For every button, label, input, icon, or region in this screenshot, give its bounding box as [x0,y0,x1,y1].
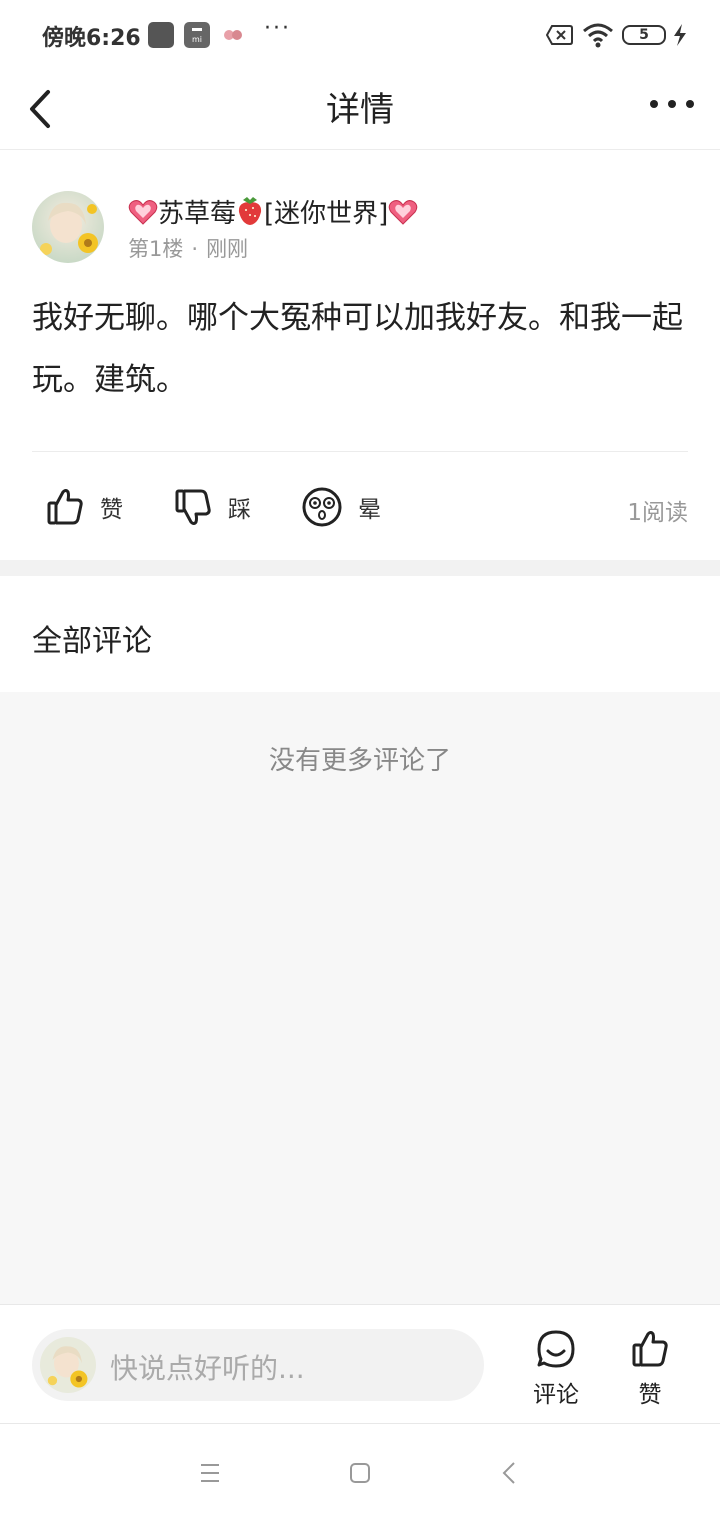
comments-list: 没有更多评论了 [0,692,720,1304]
menu-nav-button[interactable] [192,1455,228,1491]
meta-separator: · [191,237,199,261]
more-dots-icon [650,100,694,108]
dizzy-button[interactable]: 晕 [302,485,381,529]
dizzy-label: 晕 [358,497,381,523]
thumbs-down-icon [175,489,211,525]
page-title: 详情 [326,90,394,130]
post-meta: 第1楼 · 刚刚 [128,233,248,263]
dislike-label: 踩 [228,497,251,523]
author-name-text: 苏草莓 [158,199,237,229]
heart-icon [389,200,418,225]
strawberry-icon [238,197,262,225]
comment-bar: 快说点好听的... 评论 赞 [0,1304,720,1424]
back-nav-button[interactable] [492,1455,528,1491]
post-content: 我好无聊。哪个大冤种可以加我好友。和我一起玩。建筑。 [32,300,683,398]
home-square-icon [350,1463,370,1483]
menu-icon [201,1464,219,1482]
bottom-like-label: 赞 [638,1382,662,1408]
status-time: 傍晚6:26 [42,26,141,51]
comment-placeholder: 快说点好听的... [110,1352,305,1385]
system-nav-bar [0,1425,720,1520]
back-chevron-icon [502,1462,515,1484]
author-name[interactable]: 苏草莓 [迷你世界] [128,193,418,230]
comments-header: 全部评论 [0,576,720,692]
status-bar: 傍晚6:26 mi ··· 5 [0,0,720,68]
no-sim-icon [545,24,574,50]
dislike-button[interactable]: 踩 [174,485,251,529]
like-label: 赞 [100,497,123,523]
floor-label: 第1楼 [128,237,184,261]
author-tag: [迷你世界] [264,199,389,229]
top-bar: 详情 [0,68,720,150]
heart-icon [128,200,158,225]
dizzy-face-icon [302,487,342,527]
post-actions: 赞 踩 晕 1阅读 [0,471,720,543]
comment-bubble-icon [537,1330,575,1368]
more-notifications-icon: ··· [264,16,291,41]
post-time: 刚刚 [206,237,249,261]
divider [32,451,688,452]
mi-app-icon: mi [184,22,210,52]
charging-icon [672,24,688,50]
like-button[interactable]: 赞 [46,485,123,529]
gallery-app-icon [148,22,174,52]
author-avatar[interactable] [32,191,104,263]
comments-title: 全部评论 [32,624,152,659]
home-nav-button[interactable] [342,1455,378,1491]
battery-indicator: 5 [622,25,666,45]
thumbs-up-icon [47,489,83,525]
no-more-comments-text: 没有更多评论了 [268,746,451,776]
comment-label: 评论 [533,1382,579,1408]
read-count: 1阅读 [627,500,688,526]
pet-app-icon [222,22,244,52]
wifi-icon [582,22,614,52]
comment-button[interactable]: 评论 [516,1329,596,1409]
svg-text:mi: mi [192,35,202,44]
section-gap [0,560,720,576]
thumbs-up-icon [632,1331,668,1367]
more-button[interactable] [646,90,700,120]
post-card: 苏草莓 [迷你世界] 第1楼 · 刚刚 我好无聊。哪个大冤种可以加我好友。和我一起玩。… [0,151,720,560]
comment-input[interactable]: 快说点好听的... [32,1329,484,1401]
user-avatar [40,1337,96,1393]
bottom-like-button[interactable]: 赞 [610,1329,690,1409]
